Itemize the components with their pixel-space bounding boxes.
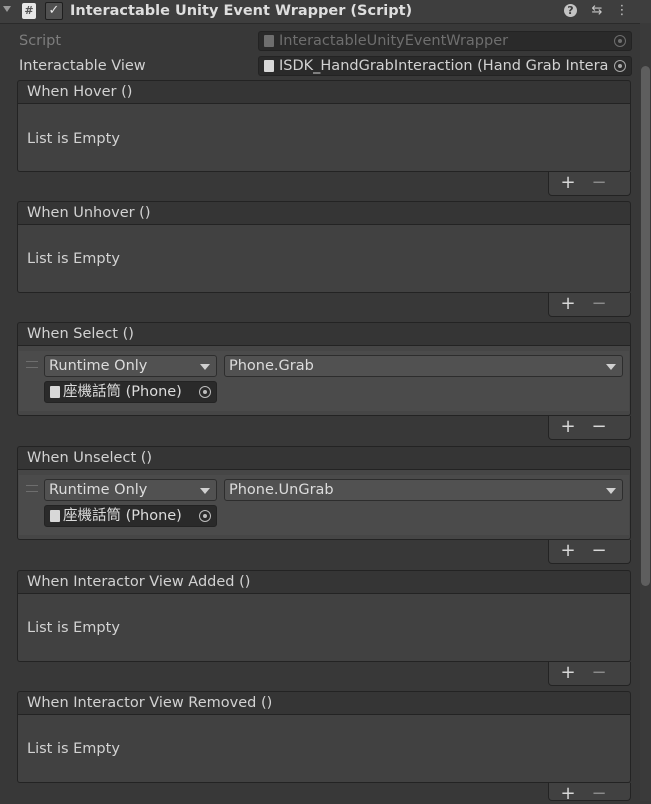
function-value: Phone.UnGrab [229, 482, 334, 498]
event-header-when-hover: When Hover () [17, 80, 631, 104]
menu-icon[interactable]: ⋮ [614, 2, 630, 20]
event-footer-when-interactor-view-added: + − [548, 662, 631, 686]
event-list-when-unhover: List is Empty [17, 225, 631, 293]
remove-item-button[interactable]: − [590, 417, 608, 437]
list-empty-text: List is Empty [27, 131, 120, 147]
target-object-value: 座機話筒 (Phone) [63, 508, 182, 524]
list-empty-text: List is Empty [27, 620, 120, 636]
object-picker-icon[interactable] [199, 386, 211, 398]
add-item-button[interactable]: + [559, 784, 577, 804]
remove-item-button[interactable]: − [590, 784, 608, 804]
event-title: When Hover () [27, 84, 133, 100]
dropdown-arrow-icon [200, 488, 210, 494]
remove-item-button[interactable]: − [590, 541, 608, 561]
event-header-when-unselect: When Unselect () [17, 446, 631, 470]
script-value: InteractableUnityEventWrapper [279, 33, 509, 49]
script-file-icon [264, 35, 274, 47]
event-title: When Unselect () [27, 450, 153, 466]
object-picker-icon [614, 35, 626, 47]
script-label: Script [19, 33, 62, 49]
add-item-button[interactable]: + [559, 541, 577, 561]
interactable-view-field[interactable]: ISDK_HandGrabInteraction (Hand Grab Inte… [258, 56, 632, 76]
function-value: Phone.Grab [229, 358, 314, 374]
event-header-when-interactor-view-removed: When Interactor View Removed () [17, 691, 631, 715]
event-title: When Interactor View Added () [27, 574, 251, 590]
event-list-when-hover: List is Empty [17, 104, 631, 172]
event-title: When Interactor View Removed () [27, 695, 273, 711]
call-state-value: Runtime Only [49, 482, 148, 498]
call-state-dropdown[interactable]: Runtime Only [44, 355, 217, 377]
function-dropdown[interactable]: Phone.UnGrab [224, 479, 623, 501]
target-object-field[interactable]: 座機話筒 (Phone) [44, 505, 217, 527]
foldout-arrow-icon[interactable] [3, 6, 11, 12]
remove-item-button[interactable]: − [590, 294, 608, 314]
add-item-button[interactable]: + [559, 173, 577, 193]
script-icon: # [22, 3, 36, 19]
script-file-icon [264, 60, 274, 72]
function-dropdown[interactable]: Phone.Grab [224, 355, 623, 377]
remove-item-button[interactable]: − [590, 663, 608, 683]
event-header-when-unhover: When Unhover () [17, 201, 631, 225]
event-footer-when-unselect: + − [548, 540, 631, 564]
event-footer-when-select: + − [548, 416, 631, 440]
target-object-value: 座機話筒 (Phone) [63, 384, 182, 400]
component-title: Interactable Unity Event Wrapper (Script… [70, 3, 413, 19]
remove-item-button[interactable]: − [590, 173, 608, 193]
presets-icon[interactable]: ⇆ [589, 2, 605, 20]
list-empty-text: List is Empty [27, 741, 120, 757]
add-item-button[interactable]: + [559, 663, 577, 683]
help-icon[interactable]: ? [564, 4, 577, 17]
scrollbar-thumb[interactable] [641, 66, 650, 586]
call-state-dropdown[interactable]: Runtime Only [44, 479, 217, 501]
event-header-when-select: When Select () [17, 322, 631, 346]
list-empty-text: List is Empty [27, 251, 120, 267]
drag-handle-icon[interactable] [26, 485, 38, 492]
interactable-view-value: ISDK_HandGrabInteraction (Hand Grab Inte… [279, 58, 609, 74]
component-enabled-checkbox[interactable]: ✓ [45, 2, 63, 20]
script-file-icon [50, 510, 60, 522]
script-field: InteractableUnityEventWrapper [258, 31, 632, 51]
script-file-icon [50, 386, 60, 398]
event-footer-when-unhover: + − [548, 293, 631, 317]
add-item-button[interactable]: + [559, 417, 577, 437]
call-state-value: Runtime Only [49, 358, 148, 374]
event-list-when-interactor-view-removed: List is Empty [17, 715, 631, 783]
event-title: When Select () [27, 326, 134, 342]
event-footer-when-interactor-view-removed: + − [548, 783, 631, 804]
dropdown-arrow-icon [200, 364, 210, 370]
interactable-view-label: Interactable View [19, 58, 146, 74]
dropdown-arrow-icon [606, 364, 616, 370]
event-header-when-interactor-view-added: When Interactor View Added () [17, 570, 631, 594]
event-list-when-interactor-view-added: List is Empty [17, 594, 631, 662]
object-picker-icon[interactable] [199, 510, 211, 522]
event-footer-when-hover: + − [548, 172, 631, 196]
target-object-field[interactable]: 座機話筒 (Phone) [44, 381, 217, 403]
add-item-button[interactable]: + [559, 294, 577, 314]
drag-handle-icon[interactable] [26, 361, 38, 368]
object-picker-icon[interactable] [614, 60, 626, 72]
event-title: When Unhover () [27, 205, 151, 221]
dropdown-arrow-icon [606, 488, 616, 494]
